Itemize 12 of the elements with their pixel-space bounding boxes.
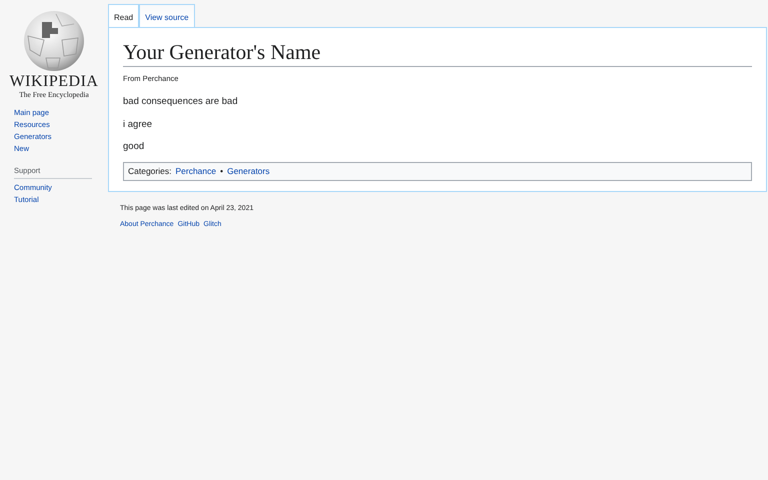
page-title: Your Generator's Name — [123, 40, 752, 68]
category-label: Categories: — [128, 165, 172, 178]
tab[interactable]: View source — [139, 4, 195, 27]
globe-drawing — [22, 10, 86, 72]
tab[interactable]: Read — [108, 4, 140, 27]
separator: • — [220, 165, 224, 178]
wordmark: WIKIPEDIA — [10, 74, 98, 90]
category-link[interactable]: Generators — [227, 165, 270, 178]
category-link[interactable]: Perchance — [175, 165, 216, 178]
paragraph: good — [123, 140, 146, 154]
paragraph: i agree — [123, 118, 154, 132]
paragraph: bad consequences are bad — [123, 95, 239, 110]
